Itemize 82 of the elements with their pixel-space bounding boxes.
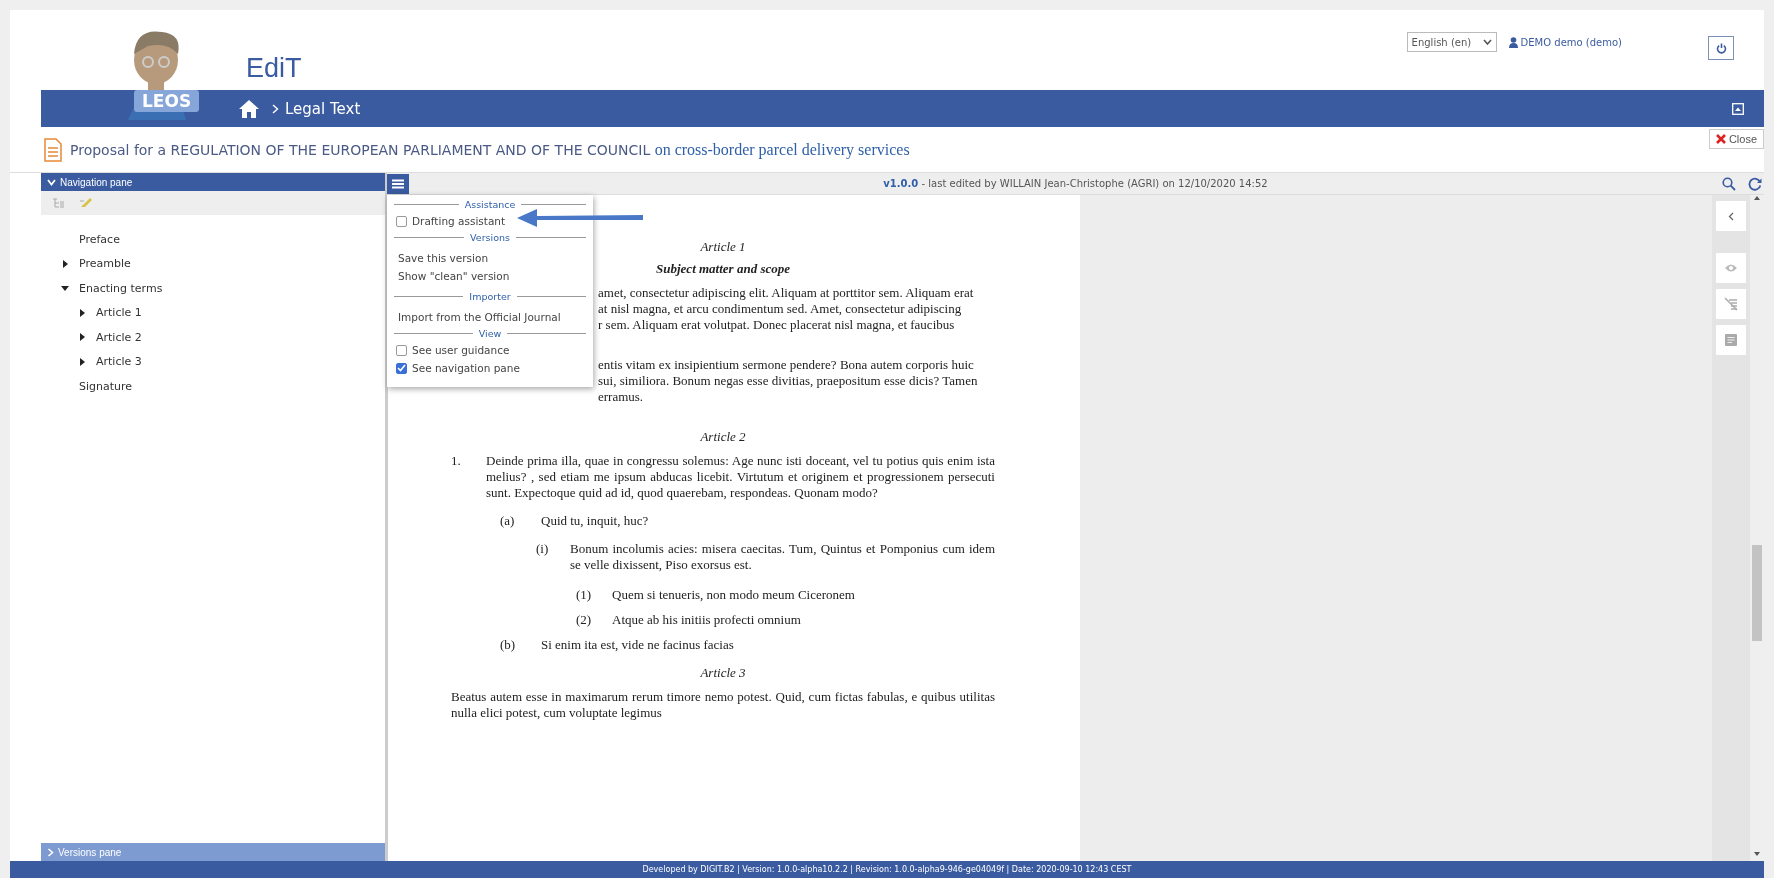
menu-icon <box>392 178 404 189</box>
menu-section-title: Assistance <box>394 197 586 212</box>
menu-item[interactable]: See user guidance <box>394 341 512 359</box>
tree-item[interactable]: Preamble <box>79 257 131 271</box>
article-heading: Article 2 <box>699 429 747 445</box>
article-heading: Article 3 <box>699 665 747 681</box>
checkbox[interactable] <box>396 344 407 356</box>
article-heading: Article 1 <box>699 239 747 255</box>
footer-text: Developed by DIGIT.B2 | Version: 1.0.0-alpha10.2.2 | Revision: 1.0.0-alpha9-946-ge04049f | Date: 2020-09-10 12:43 CEST <box>10 861 1764 878</box>
note-icon <box>1724 333 1738 347</box>
paragraph-text: Quid tu, inquit, huc? <box>541 513 649 529</box>
breadcrumb-item: Legal Text <box>285 99 361 118</box>
menu-item[interactable]: Drafting assistant <box>394 212 508 230</box>
power-button[interactable] <box>1708 36 1734 60</box>
document-title: Proposal for a REGULATION OF THE EUROPEAN PARLIAMENT AND OF THE COUNCIL on cross-border parcel delivery services <box>70 140 910 159</box>
tree-item[interactable]: Preface <box>79 232 120 246</box>
power-icon <box>1715 42 1727 54</box>
text-line: entis vitam ex insipientium sermone pendere? Bona autem corporis huic <box>598 357 975 373</box>
refresh-icon[interactable] <box>1748 176 1762 191</box>
caret-right-icon[interactable] <box>61 259 69 268</box>
item-number: (a) <box>500 513 516 529</box>
caret-right-icon[interactable] <box>78 357 86 366</box>
paragraph-text: Deinde prima illa, quae in congressu solemus: Age nunc isti doceant, vel tu potius quis enim ista melius? , sed etiam me ipsum abducas licebit. Virtutum et originem et progressionem persecuti sunt. Expectoque quid ad id, quod quaerebam, respondeas. Quonam modo? <box>486 453 995 501</box>
chevron-right-icon <box>272 103 279 114</box>
text-line: sui, similiora. Bonum negas esse divitias, praepositum esse dicis? Tamen <box>598 373 979 389</box>
logo-text: LEOS <box>134 90 200 112</box>
tree-item[interactable]: Article 3 <box>96 355 142 369</box>
search-icon[interactable] <box>1722 176 1736 191</box>
item-number: (1) <box>576 587 593 603</box>
checkbox[interactable] <box>396 215 407 227</box>
close-button[interactable]: Close <box>1708 129 1764 149</box>
version-info: v1.0.0 - last edited by WILLAIN Jean-Christophe (AGRI) on 12/10/2020 14:52 <box>882 178 1269 189</box>
tree-item[interactable]: Signature <box>79 379 133 393</box>
scrollbar-thumb[interactable] <box>1752 545 1762 641</box>
language-select[interactable]: English (en) <box>1406 32 1497 52</box>
text-line: at nisl magna, et arcu condimentum sed. Amet, consectetur adipiscing <box>598 301 963 317</box>
chevron-left-icon <box>1728 211 1734 221</box>
tree-item[interactable]: Enacting terms <box>79 281 163 295</box>
menu-section-title: View <box>394 326 586 341</box>
text-line: erramus. <box>598 389 645 405</box>
caret-right-icon[interactable] <box>78 333 86 342</box>
item-number: (b) <box>500 637 517 653</box>
app-title: EdiT <box>246 53 302 84</box>
paragraph-text: Quem si tenueris, non modo meum Ciceronem <box>612 587 855 603</box>
toggle-button[interactable] <box>1716 289 1746 319</box>
chevron-down-icon <box>1482 39 1492 45</box>
document-icon <box>44 137 62 162</box>
paragraph-text: Atque ab his initiis profecti omnium <box>612 612 801 628</box>
eye-icon <box>1724 263 1738 273</box>
tree-item[interactable]: Article 2 <box>96 330 142 344</box>
cross-icon <box>1715 134 1726 144</box>
person-icon <box>1508 36 1518 48</box>
menu-section-title: Versions <box>394 230 586 245</box>
paragraph-text: Si enim ita est, vide ne facinus facias <box>541 637 734 653</box>
paragraph-text: Bonum incolumis acies: misera caecitas. Tum, Quintus et Pomponius cum idem se velle dixissent, Piso exorsus est. <box>570 541 995 573</box>
item-number: 1. <box>451 453 462 470</box>
item-number: (i) <box>536 541 550 558</box>
arrow-icon <box>515 206 645 230</box>
text-line: r sem. Aliquam erat volutpat. Donec placerat nisl magna, et faucibus <box>598 317 956 333</box>
item-number: (2) <box>576 612 593 628</box>
menu-item[interactable]: Show "clean" version <box>394 267 512 285</box>
caret-down-icon[interactable] <box>61 284 69 293</box>
toggle-button[interactable] <box>1716 325 1746 355</box>
scroll-down-icon[interactable] <box>1753 851 1761 857</box>
pane-header[interactable]: Navigation pane <box>41 173 385 191</box>
home-icon[interactable] <box>238 98 260 119</box>
text-line: amet, consectetur adipiscing elit. Aliquam at porttitor sem. Aliquam erat <box>598 285 975 301</box>
menu-button[interactable] <box>387 173 409 194</box>
toggle-button[interactable] <box>1716 253 1746 283</box>
crossed-list-icon <box>1724 297 1738 311</box>
menu-item[interactable]: Save this version <box>394 249 491 267</box>
menu-section-title: Importer <box>394 289 586 304</box>
user-link[interactable]: DEMO demo (demo) <box>1520 36 1622 48</box>
checkmark-icon <box>397 364 406 372</box>
maximize-icon[interactable] <box>1732 102 1744 115</box>
caret-right-icon[interactable] <box>78 308 86 317</box>
checkbox[interactable] <box>396 362 407 374</box>
paragraph-text: Beatus autem esse in maximarum rerum timore nemo potest. Quid, cum fictas fabulas, e quibus utilitas nulla elici potest, cum voluptate legimus <box>451 689 995 721</box>
tree-item[interactable]: Article 1 <box>96 306 142 320</box>
menu-item[interactable]: See navigation pane <box>394 359 522 377</box>
article-subheading: Subject matter and scope <box>656 261 790 276</box>
menu-item[interactable]: Import from the Official Journal <box>394 308 563 326</box>
